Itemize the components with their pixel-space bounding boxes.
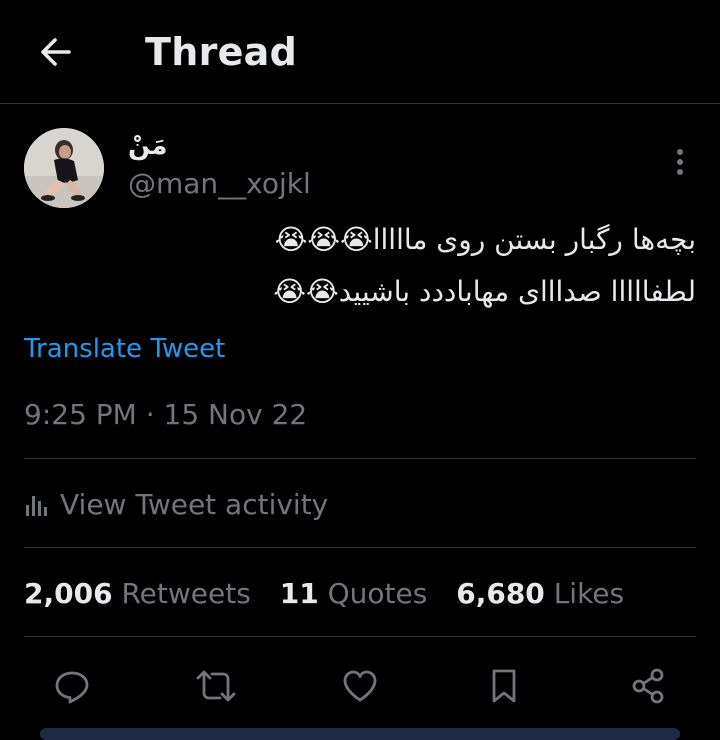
retweets-count: 2,006 (24, 577, 113, 610)
reply-composer-bar[interactable] (40, 728, 680, 740)
likes-count: 6,680 (456, 577, 545, 610)
top-app-bar: Thread (0, 0, 720, 104)
tweet-timestamp[interactable]: 9:25 PM · 15 Nov 22 (24, 396, 307, 434)
share-icon (632, 668, 664, 704)
like-icon (343, 670, 377, 702)
retweet-icon (196, 670, 236, 702)
likes-stat[interactable]: 6,680 Likes (456, 575, 624, 613)
share-button[interactable] (622, 660, 674, 712)
bookmark-icon (492, 669, 516, 703)
divider (24, 458, 696, 459)
retweets-label: Retweets (121, 577, 251, 610)
author-display-name[interactable]: مَنْ (128, 130, 168, 162)
tweet-text-line: بچه‌ها رگبار بستن روی مااااا😭😭😭 (274, 223, 696, 256)
reply-icon (55, 671, 89, 704)
like-button[interactable] (334, 660, 386, 712)
more-options-button[interactable] (664, 142, 696, 182)
tweet-action-bar (0, 660, 720, 712)
view-tweet-activity-button[interactable]: View Tweet activity (24, 486, 328, 524)
divider (24, 547, 696, 548)
back-button[interactable] (30, 26, 82, 78)
reply-button[interactable] (46, 660, 98, 712)
retweets-stat[interactable]: 2,006 Retweets (24, 575, 251, 613)
page-title: Thread (145, 30, 298, 74)
activity-label: View Tweet activity (60, 488, 329, 521)
bookmark-button[interactable] (478, 660, 530, 712)
tweet-stats: 2,006 Retweets 11 Quotes 6,680 Likes (24, 575, 644, 613)
quotes-count: 11 (279, 577, 319, 610)
more-vertical-icon (677, 149, 683, 175)
analytics-icon (26, 496, 47, 516)
quotes-label: Quotes (327, 577, 428, 610)
likes-label: Likes (553, 577, 625, 610)
avatar-photo (24, 128, 104, 208)
avatar[interactable] (24, 128, 104, 208)
divider (24, 636, 696, 637)
translate-tweet-link[interactable]: Translate Tweet (24, 332, 225, 366)
tweet-text: بچه‌ها رگبار بستن روی مااااا😭😭😭 لطفااااا… (24, 214, 696, 318)
retweet-button[interactable] (190, 660, 242, 712)
tweet-text-line: لطفااااا صدااای مهاباددد باشیید😭😭 (273, 275, 696, 308)
arrow-left-icon (41, 38, 71, 66)
quotes-stat[interactable]: 11 Quotes (280, 575, 428, 613)
author-handle[interactable]: @man__xojkl (128, 166, 311, 202)
